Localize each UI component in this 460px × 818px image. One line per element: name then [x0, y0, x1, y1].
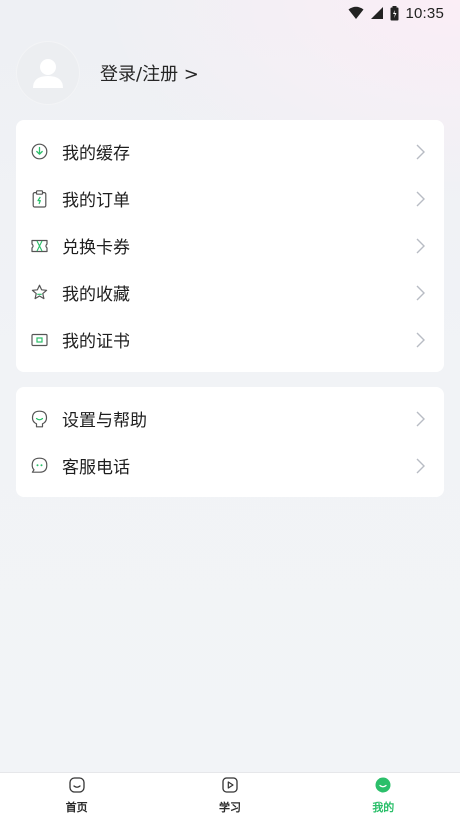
- menu-item-label: 客服电话: [62, 458, 130, 478]
- home-face-icon: [69, 776, 85, 797]
- signal-icon: [370, 6, 384, 20]
- status-bar: 10:35: [0, 0, 460, 26]
- chevron-right-icon: [414, 190, 426, 208]
- menu-item-orders[interactable]: 我的订单: [16, 175, 444, 222]
- nav-tab-mine[interactable]: 我的: [307, 773, 460, 818]
- user-avatar-icon[interactable]: [16, 41, 80, 105]
- chevron-right-icon: [414, 457, 426, 475]
- menu-item-favorites[interactable]: 我的收藏: [16, 269, 444, 316]
- menu-card-support: 设置与帮助 客服电话: [16, 387, 444, 497]
- chevron-right-icon: [414, 331, 426, 349]
- download-circle-icon: [30, 143, 48, 161]
- login-register-link[interactable]: 登录/注册 >: [100, 60, 199, 86]
- nav-tab-label: 首页: [65, 800, 88, 814]
- chevron-right-icon: [414, 143, 426, 161]
- menu-item-redeem-card[interactable]: 兑换卡券: [16, 222, 444, 269]
- star-icon: [30, 284, 48, 302]
- menu-item-customer-service[interactable]: 客服电话: [16, 442, 444, 489]
- clipboard-icon: [30, 189, 48, 208]
- battery-icon: [390, 5, 399, 21]
- ticket-icon: [30, 237, 48, 255]
- wifi-icon: [348, 6, 364, 20]
- menu-item-cache[interactable]: 我的缓存: [16, 128, 444, 175]
- nav-tab-label: 学习: [218, 800, 241, 814]
- certificate-icon: [30, 331, 48, 349]
- profile-header[interactable]: 登录/注册 >: [16, 40, 199, 106]
- menu-card-main: 我的缓存 我的订单 兑换卡券 我的收藏 我的证书: [16, 120, 444, 372]
- menu-item-label: 设置与帮助: [62, 411, 147, 431]
- menu-item-label: 我的订单: [62, 191, 130, 211]
- menu-item-certificates[interactable]: 我的证书: [16, 316, 444, 363]
- chat-bubble-icon: [30, 457, 48, 475]
- play-square-icon: [222, 776, 238, 797]
- menu-item-label: 我的收藏: [62, 285, 130, 305]
- bottom-nav: 首页 学习 我的: [0, 772, 460, 818]
- status-time: 10:35: [405, 4, 444, 22]
- chevron-right-icon: [414, 284, 426, 302]
- chevron-right-icon: [414, 410, 426, 428]
- menu-item-label: 兑换卡券: [62, 238, 130, 258]
- menu-item-label: 我的缓存: [62, 144, 130, 164]
- menu-item-label: 我的证书: [62, 332, 130, 352]
- profile-face-icon: [375, 777, 391, 797]
- nav-tab-label: 我的: [372, 800, 395, 814]
- nav-tab-home[interactable]: 首页: [0, 773, 153, 818]
- nav-tab-study[interactable]: 学习: [153, 773, 306, 818]
- settings-help-icon: [30, 410, 48, 428]
- chevron-right-icon: [414, 237, 426, 255]
- menu-item-settings-help[interactable]: 设置与帮助: [16, 395, 444, 442]
